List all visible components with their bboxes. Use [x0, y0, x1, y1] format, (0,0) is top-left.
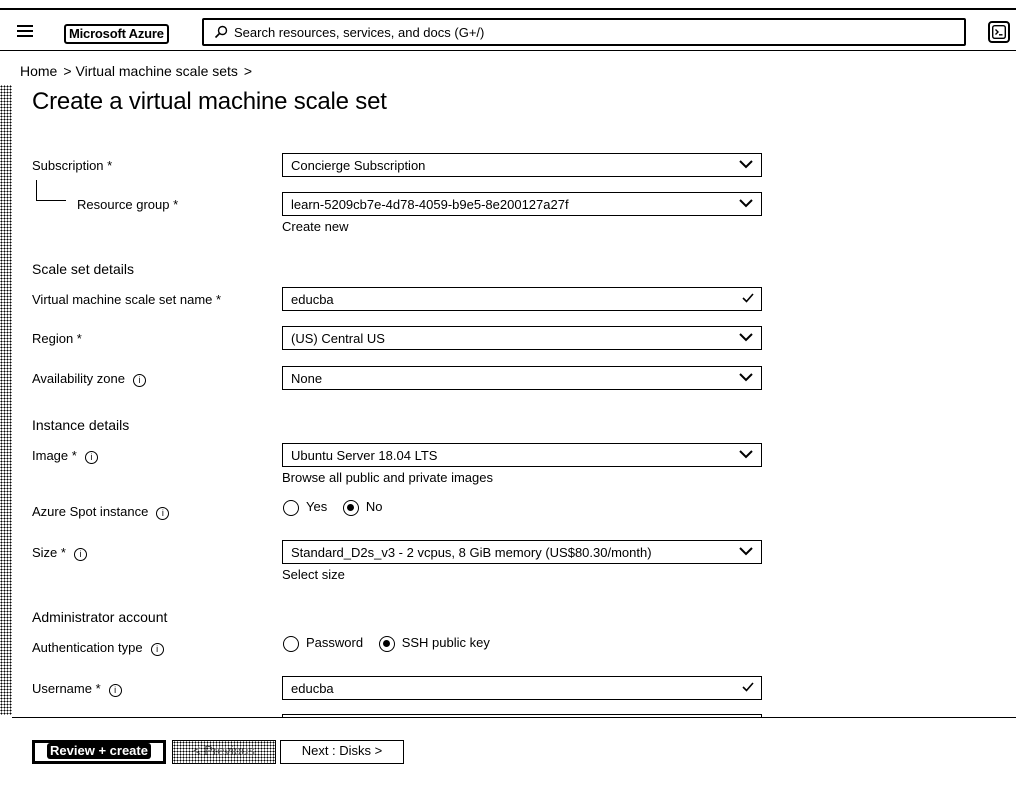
- availability-zone-select[interactable]: None: [282, 366, 762, 390]
- top-bar: Microsoft Azure Search resources, servic…: [0, 0, 1016, 51]
- availability-zone-label: Availability zone: [32, 371, 125, 386]
- checkmark-icon: [742, 682, 754, 692]
- cloud-shell-button[interactable]: [988, 21, 1010, 43]
- info-icon[interactable]: i: [156, 507, 170, 520]
- radio-circle-selected: [378, 635, 395, 652]
- review-create-label: Review + create: [47, 743, 151, 759]
- vmss-name-label: Virtual machine scale set name *: [32, 292, 222, 307]
- hamburger-icon[interactable]: [17, 25, 33, 37]
- select-size-link[interactable]: Select size: [282, 567, 345, 582]
- image-select[interactable]: Ubuntu Server 18.04 LTS: [282, 443, 762, 467]
- auth-type-label-row: Authentication type i: [32, 640, 164, 656]
- username-label: Username *: [32, 681, 101, 696]
- cloud-shell-icon: [992, 25, 1006, 39]
- radio-circle: [283, 499, 299, 516]
- resource-group-value: learn-5209cb7e-4d78-4059-b9e5-8e200127a2…: [291, 197, 569, 212]
- radio-circle: [283, 635, 299, 652]
- brand-logo[interactable]: Microsoft Azure: [64, 24, 169, 44]
- resource-group-select[interactable]: learn-5209cb7e-4d78-4059-b9e5-8e200127a2…: [282, 192, 762, 216]
- create-new-link[interactable]: Create new: [282, 219, 348, 234]
- username-label-row: Username * i: [32, 681, 122, 697]
- section-scale-set-details: Scale set details: [32, 261, 134, 277]
- image-value: Ubuntu Server 18.04 LTS: [291, 448, 438, 463]
- size-value: Standard_D2s_v3 - 2 vcpus, 8 GiB memory …: [291, 545, 652, 560]
- spot-radio-yes[interactable]: Yes: [283, 499, 327, 516]
- info-icon[interactable]: i: [132, 374, 146, 387]
- info-icon[interactable]: i: [150, 643, 164, 656]
- checkmark-icon: [742, 293, 754, 303]
- tree-line: [36, 180, 37, 200]
- size-label: Size *: [32, 545, 66, 560]
- radio-label: No: [365, 499, 383, 514]
- auth-type-radio-group: Password SSH public key: [283, 635, 502, 652]
- tree-line: [36, 200, 66, 201]
- top-rule: [0, 8, 1016, 10]
- chevron-down-icon: [739, 199, 753, 208]
- radio-label: Password: [306, 635, 364, 650]
- availability-zone-value: None: [291, 371, 323, 386]
- info-icon[interactable]: i: [84, 451, 98, 464]
- size-select[interactable]: Standard_D2s_v3 - 2 vcpus, 8 GiB memory …: [282, 540, 762, 564]
- image-label-row: Image * i: [32, 448, 98, 464]
- spot-label-row: Azure Spot instance i: [32, 504, 170, 520]
- page-title: Create a virtual machine scale set: [32, 88, 387, 115]
- breadcrumb: Home > Virtual machine scale sets >: [20, 63, 256, 79]
- auth-type-label: Authentication type: [32, 640, 143, 655]
- chevron-right-icon: >: [243, 63, 253, 79]
- spot-radio-no[interactable]: No: [342, 499, 383, 516]
- username-input[interactable]: educba: [282, 676, 762, 700]
- resource-group-label: Resource group *: [77, 197, 179, 212]
- subscription-label: Subscription *: [32, 158, 113, 173]
- search-icon: [214, 25, 228, 39]
- region-select[interactable]: (US) Central US: [282, 326, 762, 350]
- auth-radio-ssh[interactable]: SSH public key: [378, 635, 490, 652]
- radio-label: SSH public key: [401, 635, 490, 650]
- chevron-down-icon: [739, 333, 753, 342]
- scroll-gutter: [0, 85, 12, 715]
- radio-circle-selected: [342, 499, 359, 516]
- region-value: (US) Central US: [291, 331, 385, 346]
- image-label: Image *: [32, 448, 77, 463]
- breadcrumb-vmss[interactable]: Virtual machine scale sets: [76, 63, 238, 79]
- search-placeholder: Search resources, services, and docs (G+…: [234, 25, 485, 40]
- vmss-name-input[interactable]: educba: [282, 287, 762, 311]
- radio-label: Yes: [306, 499, 328, 514]
- spot-radio-group: Yes No: [283, 499, 394, 516]
- footer-divider: [12, 717, 1016, 718]
- section-administrator-account: Administrator account: [32, 609, 168, 625]
- breadcrumb-home[interactable]: Home: [20, 63, 57, 79]
- info-icon[interactable]: i: [73, 548, 87, 561]
- browse-images-link[interactable]: Browse all public and private images: [282, 470, 493, 485]
- region-label: Region *: [32, 331, 82, 346]
- size-label-row: Size * i: [32, 545, 87, 561]
- next-disks-button[interactable]: Next : Disks >: [280, 740, 404, 764]
- subscription-select[interactable]: Concierge Subscription: [282, 153, 762, 177]
- auth-radio-password[interactable]: Password: [283, 635, 363, 652]
- previous-button[interactable]: < Previous: [172, 740, 276, 764]
- availability-zone-label-row: Availability zone i: [32, 371, 146, 387]
- subscription-value: Concierge Subscription: [291, 158, 426, 173]
- chevron-down-icon: [739, 450, 753, 459]
- chevron-down-icon: [739, 373, 753, 382]
- chevron-right-icon: >: [63, 63, 72, 79]
- search-input[interactable]: Search resources, services, and docs (G+…: [202, 18, 966, 46]
- vmss-name-value: educba: [291, 292, 334, 307]
- review-create-button[interactable]: Review + create: [32, 740, 166, 764]
- info-icon[interactable]: i: [108, 684, 122, 697]
- spot-label: Azure Spot instance: [32, 504, 149, 519]
- chevron-down-icon: [739, 547, 753, 556]
- username-value: educba: [291, 681, 334, 696]
- chevron-down-icon: [739, 160, 753, 169]
- section-instance-details: Instance details: [32, 417, 130, 433]
